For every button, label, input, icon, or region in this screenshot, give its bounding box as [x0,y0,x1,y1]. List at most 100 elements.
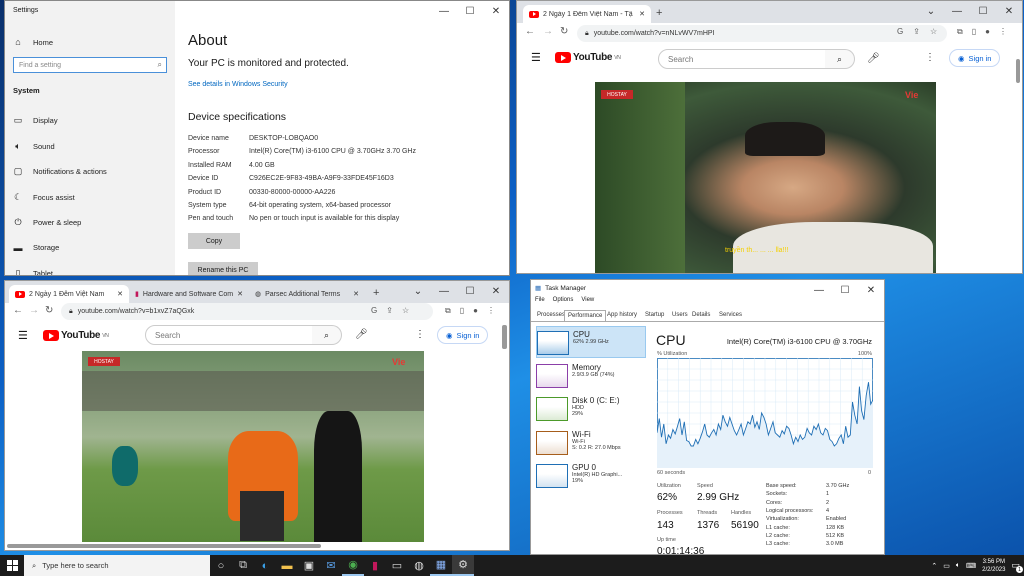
bookmark-star-icon[interactable]: ☆ [930,27,937,36]
home-nav[interactable]: ⌂ Home [13,37,53,47]
maximize-button[interactable]: ☐ [457,1,483,21]
more-icon[interactable]: ⋮ [925,52,935,63]
tab-search-icon[interactable]: ⌄ [405,281,431,301]
search-button[interactable]: ⌕ [825,49,855,69]
tab-close-icon[interactable]: ✕ [237,290,243,298]
tab-services[interactable]: Services [716,310,745,321]
tab-close-icon[interactable]: ✕ [117,290,123,298]
minimize-button[interactable]: — [806,280,832,300]
settings-search-input[interactable]: Find a setting ⌕ [13,57,167,73]
network-icon[interactable]: ▭ [943,562,950,570]
google-lens-icon[interactable]: G [371,306,377,315]
tab-details[interactable]: Details [689,310,713,321]
horizontal-scrollbar[interactable] [7,544,321,548]
sign-in-button[interactable]: ◉ Sign in [949,49,1001,67]
sidepanel-icon[interactable]: ▯ [972,27,976,37]
tab-startup[interactable]: Startup [642,310,667,321]
minimize-button[interactable]: — [431,281,457,301]
resource-gpu[interactable]: GPU 0 Intel(R) HD Graphi... 19% [536,460,646,492]
menu-icon[interactable]: ⋮ [999,27,1007,37]
sidebar-item-display[interactable]: ▭ Display [13,115,58,126]
extensions-icon[interactable]: ⧉ [445,306,451,316]
video-player[interactable]: HOSTAY Vie truyền th... ... ... lla!!! [595,82,936,273]
close-button[interactable]: ✕ [858,280,884,300]
keyboard-icon[interactable]: ⌨ [966,562,976,570]
minimize-button[interactable]: — [944,1,970,21]
resource-cpu[interactable]: CPU 62% 2.99 GHz [536,326,646,358]
hamburger-menu-icon[interactable]: ☰ [531,51,541,64]
tab-search-icon[interactable]: ⌄ [918,1,944,21]
share-icon[interactable]: ⇪ [386,306,393,315]
microphone-icon[interactable]: 🎤︎ [867,53,880,64]
profile-icon[interactable]: ● [985,27,990,37]
youtube-search-input[interactable]: Search [658,49,826,69]
menu-file[interactable]: File [535,297,545,303]
back-icon[interactable]: ← [525,26,535,37]
resource-disk[interactable]: Disk 0 (C: E:) HDD 29% [536,393,646,425]
tab-processes[interactable]: Processes [534,310,568,321]
close-button[interactable]: ✕ [483,281,509,301]
edge-icon[interactable]: ◐ [254,555,276,576]
tray-overflow-icon[interactable]: ⌃ [931,562,937,570]
maximize-button[interactable]: ☐ [457,281,483,301]
forward-icon[interactable]: → [29,305,39,316]
tab-users[interactable]: Users [669,310,691,321]
parsec-icon[interactable]: ◍ [408,555,430,576]
bookmark-star-icon[interactable]: ☆ [402,306,409,315]
security-link[interactable]: See details in Windows Security [188,81,288,88]
google-lens-icon[interactable]: G [897,27,903,36]
sidebar-item-sound[interactable]: 🔈︎ Sound [13,141,54,152]
reload-icon[interactable]: ↻ [45,305,53,316]
sidepanel-icon[interactable]: ▯ [460,306,464,316]
address-bar[interactable]: 🔒︎ youtube.com/watch?v=nNLvWV7mHPI [577,25,947,42]
task-view-icon[interactable]: ⧉ [232,555,254,576]
menu-icon[interactable]: ⋮ [487,306,495,316]
sidebar-item-focus-assist[interactable]: ☾ Focus assist [13,192,75,203]
resource-wifi[interactable]: Wi-Fi Wi-Fi S: 0.2 R: 27.0 Mbps [536,427,646,459]
taskbar-search-box[interactable]: ⌕ Type here to search [24,555,210,576]
mail-icon[interactable]: ✉ [320,555,342,576]
youtube-logo[interactable]: YouTube VN [43,330,109,341]
page-scrollbar[interactable] [1016,59,1020,83]
hamburger-menu-icon[interactable]: ☰ [18,329,28,342]
clock[interactable]: 3:56 PM 2/2/2023 [982,558,1005,574]
rename-pc-button[interactable]: Rename this PC [188,262,258,275]
tab-youtube[interactable]: 2 Ngày 1 Đêm Việt Nam ✕ [9,285,129,303]
share-icon[interactable]: ⇪ [913,27,920,36]
notifications-icon[interactable]: ▭ 1 [1011,560,1023,573]
page-scrollbar[interactable] [502,325,507,349]
new-tab-button[interactable]: + [656,7,662,19]
sidebar-item-power[interactable]: ⏻ Power & sleep [13,217,81,228]
maximize-button[interactable]: ☐ [832,280,858,300]
task-manager-taskbar-icon[interactable]: ▦ [430,555,452,576]
resource-memory[interactable]: Memory 2.9/3.9 GB (74%) [536,360,646,392]
tab-close-icon[interactable]: ✕ [353,290,359,298]
microphone-icon[interactable]: 🎤︎ [355,329,368,340]
copy-button[interactable]: Copy [188,233,240,249]
sidebar-item-storage[interactable]: ▬ Storage [13,243,60,253]
more-icon[interactable]: ⋮ [415,329,425,340]
tab-app-history[interactable]: App history [604,310,640,321]
tab-performance[interactable]: Performance [564,310,607,321]
reload-icon[interactable]: ↻ [560,26,568,37]
new-tab-button[interactable]: + [373,287,379,299]
sign-in-button[interactable]: ◉ Sign in [437,326,489,344]
youtube-search-input[interactable]: Search [145,325,313,345]
profile-icon[interactable]: ● [473,306,478,316]
start-button[interactable] [0,555,24,576]
minimize-button[interactable]: — [431,1,457,21]
tab-close-icon[interactable]: ✕ [639,10,645,18]
close-button[interactable]: ✕ [996,1,1022,21]
extensions-icon[interactable]: ⧉ [957,27,963,37]
close-button[interactable]: ✕ [483,1,509,21]
menu-options[interactable]: Options [553,297,574,303]
forward-icon[interactable]: → [543,26,553,37]
sidebar-item-notifications[interactable]: ▢ Notifications & actions [13,166,107,177]
search-button[interactable]: ⌕ [312,325,342,345]
store-icon[interactable]: ▣ [298,555,320,576]
tab-parsec[interactable]: ◍ Parsec Additional Terms ✕ [249,285,365,303]
maximize-button[interactable]: ☐ [970,1,996,21]
youtube-logo[interactable]: YouTube VN [555,52,621,63]
cortana-icon[interactable]: ○ [210,555,232,576]
tab-hardware[interactable]: ▮ Hardware and Software Com ✕ [129,285,249,303]
